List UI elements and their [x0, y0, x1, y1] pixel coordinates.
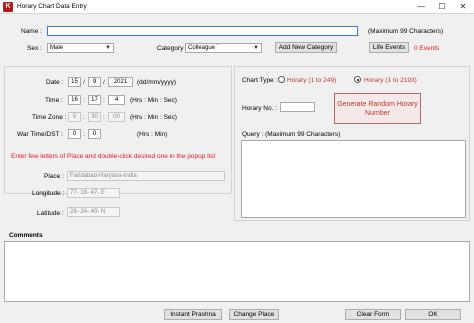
query-label: Query : (Maximum 99 Characters)	[242, 131, 341, 138]
date-year-input[interactable]: 2021	[108, 77, 133, 87]
close-icon[interactable]: ✕	[455, 1, 471, 13]
change-place-button[interactable]: Change Place	[229, 309, 279, 320]
place-instruction: Enter few letters of Place and double-cl…	[11, 153, 216, 160]
clear-form-button[interactable]: Clear Form	[345, 309, 401, 320]
time-separator: :	[83, 97, 85, 104]
events-count: 0 Events	[414, 45, 440, 52]
horary-2193-label[interactable]: Horary (1 to 2193)	[364, 77, 417, 84]
place-input[interactable]: Faridabad-Haryana-India	[67, 171, 225, 181]
time-second-input[interactable]: 4	[108, 95, 125, 105]
wartime-format-hint: (Hrs : Min)	[137, 131, 168, 138]
longitude-label: Longitude :	[32, 190, 65, 197]
wartime-minute-input[interactable]: 0	[88, 129, 101, 139]
horary-2193-radio[interactable]	[354, 76, 361, 83]
category-label: Category	[157, 45, 184, 52]
comments-textarea[interactable]	[4, 241, 470, 302]
latitude-input[interactable]: 28- 24- 40- N	[67, 207, 120, 217]
query-textarea[interactable]	[241, 140, 466, 218]
wartime-label: War Time/DST :	[17, 131, 63, 138]
window-title: Horary Chart Data Entry	[17, 3, 87, 10]
chart-type-label: Chart Type :	[242, 77, 278, 84]
timezone-format-hint: (Hrs : Min : Sec)	[130, 114, 177, 121]
latitude-label: Latitude :	[37, 210, 64, 217]
date-day-input[interactable]: 15	[68, 77, 81, 87]
horary-no-input[interactable]	[280, 102, 315, 112]
time-format-hint: (Hrs : Min : Sec)	[130, 97, 177, 104]
timezone-hour-input[interactable]: 5	[68, 112, 81, 122]
sex-select[interactable]: Male ▼	[47, 43, 114, 53]
place-label: Place :	[44, 173, 64, 180]
name-label: Name :	[21, 28, 42, 35]
wartime-hour-input[interactable]: 0	[68, 129, 81, 139]
add-category-button[interactable]: Add New Category	[275, 42, 337, 53]
timezone-minute-input[interactable]: 30	[88, 112, 101, 122]
date-format-hint: (dd/mm/yyyy)	[137, 79, 176, 86]
ok-button[interactable]: OK	[405, 309, 461, 320]
minimize-icon[interactable]: —	[413, 1, 429, 13]
sex-value: Male	[50, 45, 64, 51]
horary-no-label: Horary No. :	[242, 105, 278, 112]
maximize-icon[interactable]: ☐	[434, 1, 450, 13]
timezone-label: Time Zone :	[32, 114, 67, 121]
time-minute-input[interactable]: 17	[88, 95, 101, 105]
category-value: Colleague `	[188, 45, 219, 51]
chevron-down-icon: ▼	[253, 45, 259, 51]
name-input[interactable]	[47, 26, 358, 36]
comments-label: Comments	[9, 232, 43, 239]
instant-prashna-button[interactable]: Instant Prashna	[164, 309, 222, 320]
sex-label: Sex :	[27, 45, 42, 52]
time-separator: :	[103, 97, 105, 104]
timezone-separator: :	[83, 114, 85, 121]
generate-random-button[interactable]: Generate Random Horary Number	[334, 93, 421, 124]
date-month-input[interactable]: 9	[88, 77, 101, 87]
date-separator: /	[83, 79, 85, 86]
app-logo-icon: K	[3, 2, 13, 12]
chevron-down-icon: ▼	[105, 45, 111, 51]
wartime-separator: :	[83, 131, 85, 138]
name-hint: (Maximum 99 Characters)	[368, 28, 444, 35]
timezone-separator: :	[103, 114, 105, 121]
date-label: Date :	[46, 79, 64, 86]
date-separator: /	[103, 79, 105, 86]
time-hour-input[interactable]: 16	[68, 95, 81, 105]
time-label: Time :	[45, 97, 63, 104]
timezone-second-input[interactable]: 00	[108, 112, 125, 122]
life-events-button[interactable]: Life Events	[369, 42, 409, 53]
horary-249-radio[interactable]	[278, 76, 285, 83]
longitude-input[interactable]: 77- 18- 47- E	[67, 188, 120, 198]
category-select[interactable]: Colleague ` ▼	[185, 43, 262, 53]
horary-249-label[interactable]: Horary (1 to 249)	[287, 77, 336, 84]
